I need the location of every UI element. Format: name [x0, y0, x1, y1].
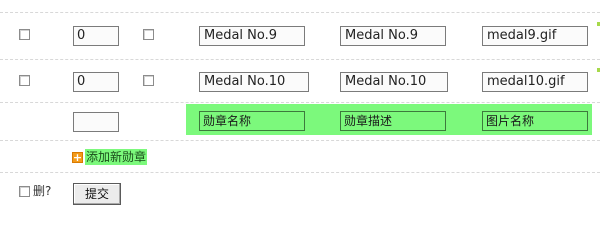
submit-button[interactable]: 提交: [73, 183, 121, 205]
medal-image-input[interactable]: medal9.gif: [482, 26, 588, 46]
order-input[interactable]: 0: [73, 26, 119, 46]
row-separator: [0, 102, 600, 103]
row-separator: [0, 59, 600, 60]
medal-description-input[interactable]: Medal No.9: [340, 26, 446, 46]
new-medal-name-input[interactable]: 勋章名称: [199, 111, 305, 131]
row-separator: [0, 12, 600, 13]
medal-name-input[interactable]: Medal No.9: [199, 26, 305, 46]
medal-editor-page: 0 Medal No.9 Medal No.9 medal9.gif 0 Med…: [0, 0, 600, 216]
row-available-checkbox[interactable]: [143, 29, 154, 40]
medal-name-input[interactable]: Medal No.10: [199, 72, 309, 92]
delete-label: 删?: [33, 184, 52, 198]
new-order-input[interactable]: [73, 112, 119, 132]
new-medal-image-input[interactable]: 图片名称: [482, 111, 588, 131]
plus-icon: +: [72, 150, 83, 164]
row-delete-checkbox[interactable]: [19, 29, 30, 40]
add-medal-link[interactable]: + 添加新勋章: [72, 149, 148, 165]
medal-description-input[interactable]: Medal No.10: [340, 72, 448, 92]
medal-image-input[interactable]: medal10.gif: [482, 72, 588, 92]
order-input[interactable]: 0: [73, 72, 119, 92]
row-delete-checkbox[interactable]: [19, 75, 30, 86]
new-medal-description-input[interactable]: 勋章描述: [340, 111, 446, 131]
delete-all-checkbox[interactable]: [19, 186, 30, 197]
add-medal-label: 添加新勋章: [85, 149, 148, 165]
row-separator: [0, 140, 600, 141]
row-available-checkbox[interactable]: [143, 75, 154, 86]
row-separator: [0, 172, 600, 173]
